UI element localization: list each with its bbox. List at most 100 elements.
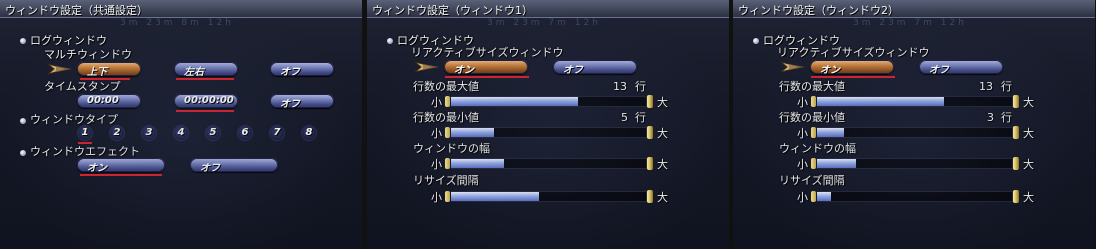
slider-handle[interactable] bbox=[1013, 157, 1019, 170]
button-label: オン bbox=[820, 65, 840, 76]
slider-handle[interactable] bbox=[1013, 95, 1019, 108]
slider-handle[interactable] bbox=[647, 126, 653, 139]
button-label: オン bbox=[454, 65, 474, 76]
selected-underline bbox=[176, 110, 234, 112]
selected-underline bbox=[78, 142, 92, 144]
slider-max-label: 大 bbox=[1023, 127, 1034, 140]
slider-min-label: 小 bbox=[431, 158, 442, 171]
selected-underline bbox=[80, 174, 162, 176]
multi-window-label: マルチウィンドウ bbox=[44, 48, 132, 61]
slider-handle[interactable] bbox=[1013, 126, 1019, 139]
multi-window-option-off[interactable]: オフ bbox=[270, 62, 334, 78]
multi-window-option-horizontal[interactable]: 左右 bbox=[174, 62, 238, 78]
bullet-icon bbox=[20, 150, 26, 156]
slider-handle[interactable] bbox=[647, 157, 653, 170]
button-label: オフ bbox=[280, 67, 300, 78]
button-label: オフ bbox=[200, 163, 220, 174]
number-label: 7 bbox=[273, 127, 281, 138]
window-effect-option-on[interactable]: オン bbox=[77, 158, 165, 174]
slider-end-icon bbox=[445, 96, 450, 107]
slider-end-icon bbox=[811, 127, 816, 138]
slider-min-label: 小 bbox=[797, 96, 808, 109]
multi-window-option-vertical[interactable]: 上下 bbox=[77, 62, 141, 78]
timestamp-option-hhmm[interactable]: 00:00 bbox=[77, 94, 141, 108]
slider-min-label: 小 bbox=[797, 127, 808, 140]
button-label: 左右 bbox=[184, 67, 204, 78]
background-ghost-text: 3m 23m 7m 12h bbox=[853, 18, 967, 28]
section-log-window: ログウィンドウ bbox=[30, 34, 107, 47]
settings-panel-common: ウィンドウ設定（共通設定） 3m 23m 8m 12h ログウィンドウ マルチウ… bbox=[0, 0, 362, 249]
max-lines-label: 行数の最大値 bbox=[779, 80, 845, 93]
min-lines-slider[interactable] bbox=[451, 127, 647, 138]
slider-max-label: 大 bbox=[657, 96, 668, 109]
button-label: 上下 bbox=[87, 67, 107, 78]
window-type-2[interactable]: 2 bbox=[110, 126, 124, 140]
window-width-slider[interactable] bbox=[817, 158, 1013, 169]
panel-title: ウィンドウ設定（共通設定） bbox=[5, 4, 148, 17]
window-type-7[interactable]: 7 bbox=[270, 126, 284, 140]
slider-fill bbox=[817, 97, 945, 106]
button-label: 00:00 bbox=[87, 95, 119, 106]
window-type-8[interactable]: 8 bbox=[302, 126, 316, 140]
min-lines-slider[interactable] bbox=[817, 127, 1013, 138]
window-type-5[interactable]: 5 bbox=[206, 126, 220, 140]
selection-cursor-icon bbox=[414, 61, 439, 73]
number-label: 3 bbox=[145, 127, 153, 138]
reactive-size-label: リアクティブサイズウィンドウ bbox=[411, 46, 564, 59]
settings-panel-window-1: ウィンドウ設定（ウィンドウ1） 3m 23m 7m 12h ログウィンドウ リア… bbox=[367, 0, 729, 249]
lines-unit: 行 bbox=[635, 80, 646, 93]
selection-cursor-icon bbox=[47, 63, 72, 75]
section-window-type: ウィンドウタイプ bbox=[30, 113, 118, 126]
button-label: オン bbox=[87, 163, 107, 174]
max-lines-label: 行数の最大値 bbox=[413, 80, 479, 93]
number-label: 5 bbox=[209, 127, 217, 138]
slider-handle[interactable] bbox=[647, 95, 653, 108]
reactive-option-on[interactable]: オン bbox=[810, 60, 894, 76]
timestamp-label: タイムスタンプ bbox=[44, 80, 121, 93]
timestamp-option-off[interactable]: オフ bbox=[270, 94, 334, 110]
panel-title: ウィンドウ設定（ウィンドウ2） bbox=[738, 4, 899, 17]
slider-max-label: 大 bbox=[657, 191, 668, 204]
slider-max-label: 大 bbox=[1023, 158, 1034, 171]
slider-fill bbox=[451, 97, 579, 106]
slider-end-icon bbox=[811, 158, 816, 169]
reactive-option-off[interactable]: オフ bbox=[919, 60, 1003, 76]
slider-max-label: 大 bbox=[1023, 96, 1034, 109]
slider-fill bbox=[817, 192, 831, 201]
slider-min-label: 小 bbox=[797, 191, 808, 204]
bullet-icon bbox=[387, 38, 393, 44]
window-type-4[interactable]: 4 bbox=[174, 126, 188, 140]
slider-handle[interactable] bbox=[647, 190, 653, 203]
window-type-6[interactable]: 6 bbox=[238, 126, 252, 140]
resize-interval-slider[interactable] bbox=[451, 191, 647, 202]
panel-titlebar: ウィンドウ設定（ウィンドウ1） bbox=[367, 0, 729, 18]
panel-title: ウィンドウ設定（ウィンドウ1） bbox=[372, 4, 533, 17]
reactive-option-on[interactable]: オン bbox=[444, 60, 528, 76]
slider-fill bbox=[451, 159, 504, 168]
slider-end-icon bbox=[445, 158, 450, 169]
max-lines-slider[interactable] bbox=[817, 96, 1013, 107]
bullet-icon bbox=[20, 118, 26, 124]
window-width-label: ウィンドウの幅 bbox=[413, 142, 490, 155]
resize-interval-label: リサイズ間隔 bbox=[779, 174, 845, 187]
min-lines-label: 行数の最小値 bbox=[779, 111, 845, 124]
resize-interval-label: リサイズ間隔 bbox=[413, 174, 479, 187]
lines-unit: 行 bbox=[1001, 80, 1012, 93]
slider-fill bbox=[817, 128, 845, 137]
number-label: 2 bbox=[113, 127, 121, 138]
reactive-option-off[interactable]: オフ bbox=[553, 60, 637, 76]
slider-handle[interactable] bbox=[1013, 190, 1019, 203]
slider-max-label: 大 bbox=[1023, 191, 1034, 204]
number-label: 4 bbox=[177, 127, 185, 138]
slider-min-label: 小 bbox=[431, 191, 442, 204]
timestamp-option-hhmmss[interactable]: 00:00:00 bbox=[174, 94, 238, 108]
slider-min-label: 小 bbox=[431, 127, 442, 140]
window-type-1[interactable]: 1 bbox=[78, 126, 92, 140]
max-lines-slider[interactable] bbox=[451, 96, 647, 107]
window-type-3[interactable]: 3 bbox=[142, 126, 156, 140]
resize-interval-slider[interactable] bbox=[817, 191, 1013, 202]
window-width-slider[interactable] bbox=[451, 158, 647, 169]
selected-underline bbox=[176, 78, 234, 80]
number-label: 8 bbox=[305, 127, 313, 138]
window-effect-option-off[interactable]: オフ bbox=[190, 158, 278, 174]
